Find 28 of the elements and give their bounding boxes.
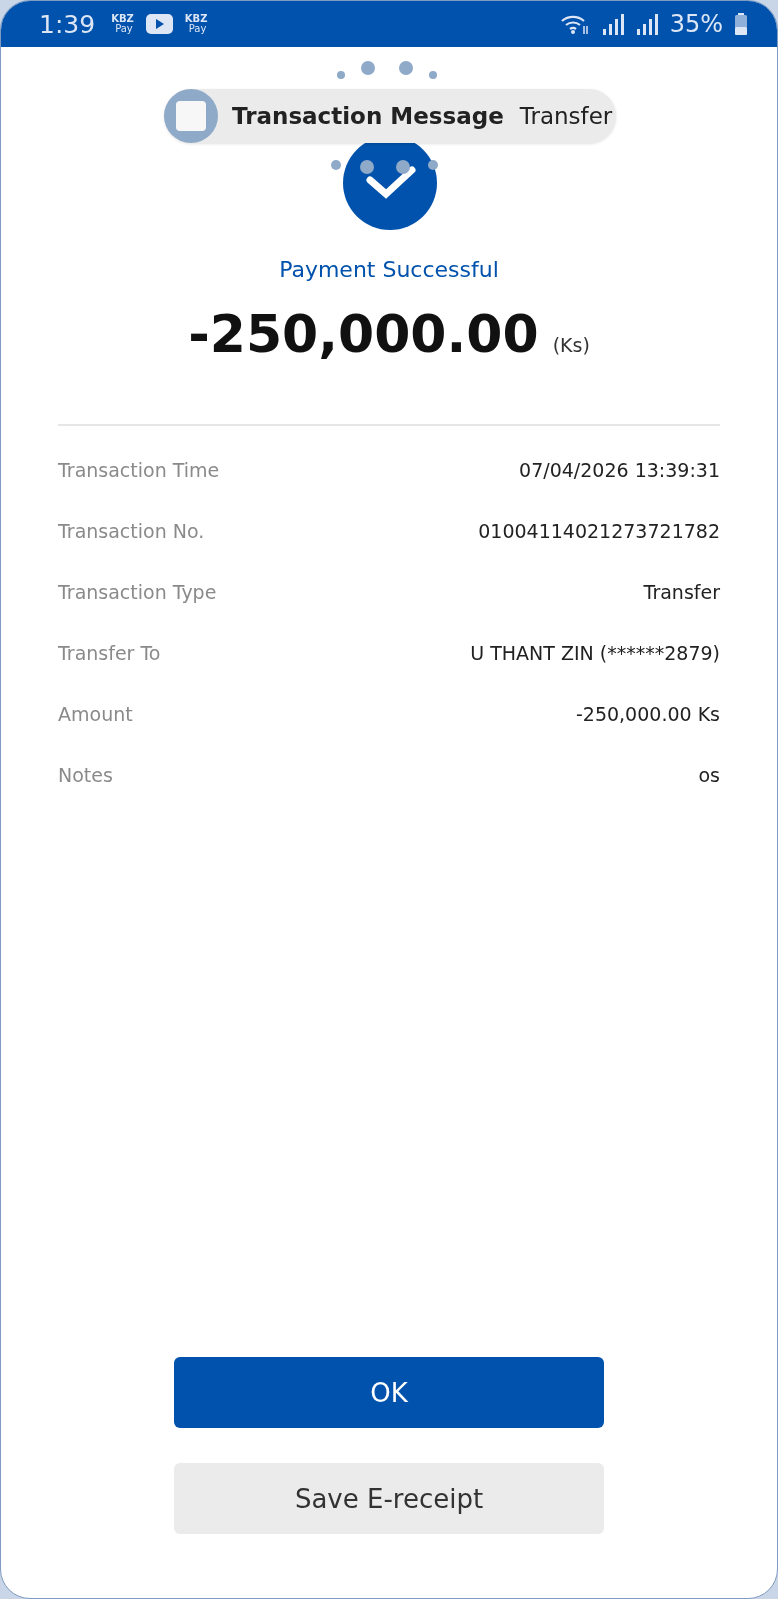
play-icon bbox=[145, 14, 173, 34]
save-receipt-button[interactable]: Save E-receipt bbox=[174, 1463, 604, 1534]
wallet-logo: KBZ Pay bbox=[184, 14, 208, 34]
detail-label: Transaction Type bbox=[58, 580, 217, 603]
detail-value: U THANT ZIN (******2879) bbox=[470, 641, 720, 664]
amount: -250,000.00 bbox=[188, 304, 539, 364]
toast-title: Transaction Message bbox=[232, 103, 504, 129]
wallet-logo: KBZ Pay bbox=[111, 14, 134, 34]
detail-label: Transaction No. bbox=[58, 519, 205, 542]
detail-label: Transaction Time bbox=[58, 458, 220, 481]
detail-label: Transfer To bbox=[58, 641, 161, 664]
detail-value: -250,000.00 Ks bbox=[575, 702, 720, 725]
detail-value: os bbox=[698, 763, 720, 786]
detail-value: 07/04/2026 13:39:31 bbox=[519, 458, 720, 481]
signal-icon bbox=[601, 13, 624, 35]
battery-percent: 35% bbox=[669, 10, 723, 38]
status-title: Payment Successful bbox=[278, 257, 500, 282]
detail-label: Notes bbox=[58, 763, 113, 786]
ok-button[interactable]: OK bbox=[174, 1357, 604, 1428]
signal-icon bbox=[635, 13, 658, 35]
detail-label: Amount bbox=[58, 702, 133, 725]
detail-value: 01004114021273721782 bbox=[478, 519, 720, 542]
battery-icon bbox=[735, 13, 747, 35]
wifi-icon bbox=[559, 13, 590, 35]
toast-text: Transfer bbox=[519, 103, 613, 129]
currency: (Ks) bbox=[552, 334, 590, 356]
status-time: 1:39 bbox=[39, 9, 96, 39]
detail-value: Transfer bbox=[643, 580, 720, 603]
